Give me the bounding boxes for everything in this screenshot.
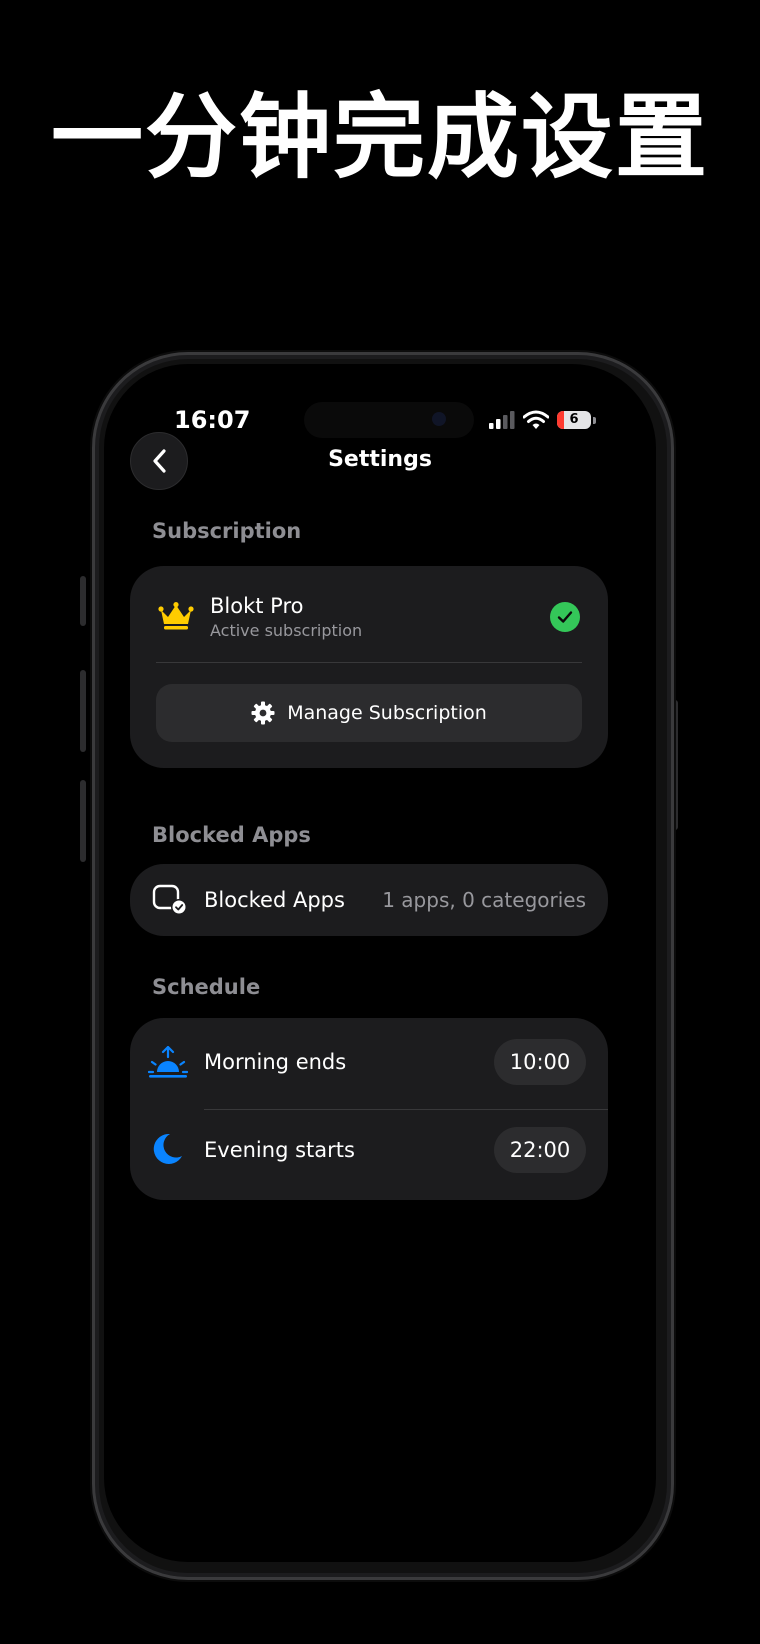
morning-ends-label: Morning ends [204, 1050, 347, 1074]
moon-icon [153, 1133, 182, 1164]
subscription-card: Blokt Pro Active subscription Manage Sub… [130, 566, 608, 768]
battery-cap [593, 416, 596, 424]
checkmark-icon [550, 602, 580, 632]
blocked-apps-count: 1 apps, 0 categories [382, 888, 586, 912]
phone-screen: 16:07 6 Settings Subscription Blokt Pro … [104, 364, 656, 1562]
blocked-apps-row-label: Blocked Apps [204, 888, 345, 912]
plan-name: Blokt Pro [210, 594, 304, 618]
front-camera [432, 412, 446, 426]
divider [204, 1109, 608, 1110]
morning-time-picker[interactable]: 10:00 [494, 1039, 586, 1085]
evening-starts-label: Evening starts [204, 1138, 355, 1162]
section-label-blocked-apps: Blocked Apps [152, 823, 311, 847]
section-label-schedule: Schedule [152, 975, 261, 999]
manage-subscription-button[interactable]: Manage Subscription [156, 684, 582, 742]
action-button [80, 576, 86, 626]
section-label-subscription: Subscription [152, 519, 302, 543]
battery-level: 6 [569, 412, 579, 427]
cellular-signal-icon [489, 411, 515, 429]
volume-down-button [80, 780, 86, 862]
subscription-row: Blokt Pro Active subscription [130, 566, 608, 662]
battery-icon: 6 [557, 411, 591, 429]
blocked-apps-card[interactable]: Blocked Apps 1 apps, 0 categories [130, 864, 608, 936]
schedule-card: Morning ends 10:00 Evening starts 22:00 [130, 1018, 608, 1200]
status-time: 16:07 [174, 406, 251, 434]
manage-subscription-label: Manage Subscription [287, 702, 487, 724]
evening-time-picker[interactable]: 22:00 [494, 1127, 586, 1173]
gear-icon [251, 701, 275, 725]
promo-headline: 一分钟完成设置 [50, 84, 709, 191]
status-bar: 16:07 6 [104, 400, 656, 440]
volume-up-button [80, 670, 86, 752]
crown-icon [158, 602, 194, 630]
app-shield-icon [152, 884, 187, 915]
status-icons: 6 [489, 409, 596, 431]
wifi-icon [523, 410, 549, 429]
plan-status: Active subscription [210, 621, 363, 640]
page-title: Settings [328, 447, 432, 472]
dynamic-island [304, 402, 474, 438]
divider [156, 662, 582, 663]
sunrise-icon [148, 1046, 188, 1078]
